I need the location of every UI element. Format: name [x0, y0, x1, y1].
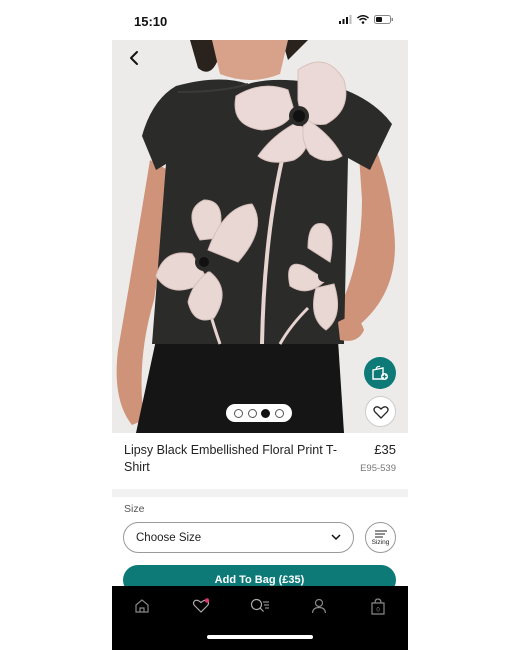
bag-icon: 0: [371, 597, 385, 615]
size-dropdown-value: Choose Size: [136, 531, 202, 544]
bag-plus-icon: [372, 365, 388, 380]
add-to-bag-label: Add To Bag (£35): [214, 574, 305, 586]
home-icon: [135, 599, 149, 613]
signal-icon: [339, 15, 352, 24]
sizing-label: Sizing: [371, 538, 390, 546]
bag-count: 0: [376, 607, 380, 613]
add-to-bag-quick-button[interactable]: [364, 357, 396, 389]
account-icon: [311, 598, 327, 614]
nav-home[interactable]: [131, 596, 153, 616]
carousel-dot-active[interactable]: [261, 408, 271, 418]
battery-icon: [374, 15, 393, 24]
nav-favourites[interactable]: [190, 596, 212, 616]
sizing-lines-icon: [374, 530, 387, 537]
sizing-guide-button[interactable]: Sizing: [365, 522, 396, 553]
product-code: E95-539: [360, 463, 396, 474]
size-dropdown[interactable]: Choose Size: [123, 522, 354, 553]
back-button[interactable]: [120, 44, 148, 72]
nav-search[interactable]: [249, 596, 271, 616]
nav-account[interactable]: [308, 596, 330, 616]
wifi-icon: [357, 15, 369, 24]
status-time: 15:10: [134, 14, 168, 29]
heart-icon: [372, 405, 389, 419]
product-title: Lipsy Black Embellished Floral Print T-S…: [124, 443, 338, 474]
carousel-dot[interactable]: [274, 408, 284, 418]
product-image-carousel[interactable]: [112, 40, 408, 433]
favourite-button[interactable]: [365, 396, 396, 427]
bottom-navigation: 0: [112, 586, 408, 650]
carousel-dots: [226, 404, 292, 422]
search-icon: [250, 598, 269, 612]
carousel-dot[interactable]: [234, 408, 244, 418]
status-bar: 15:10: [112, 0, 408, 40]
nav-bag[interactable]: 0: [367, 596, 389, 616]
section-divider: [112, 489, 408, 497]
product-info: Lipsy Black Embellished Floral Print T-S…: [112, 433, 408, 489]
chevron-down-icon: [331, 534, 341, 541]
app-screen: 15:10 Lipsy Black Embellished Floral Pri…: [112, 0, 408, 650]
status-icons: [339, 15, 394, 24]
product-price: £35: [374, 442, 396, 457]
carousel-dot[interactable]: [247, 408, 257, 418]
heart-icon: [192, 598, 210, 613]
size-label: Size: [124, 503, 145, 515]
home-indicator: [207, 635, 313, 639]
chevron-left-icon: [130, 51, 138, 65]
